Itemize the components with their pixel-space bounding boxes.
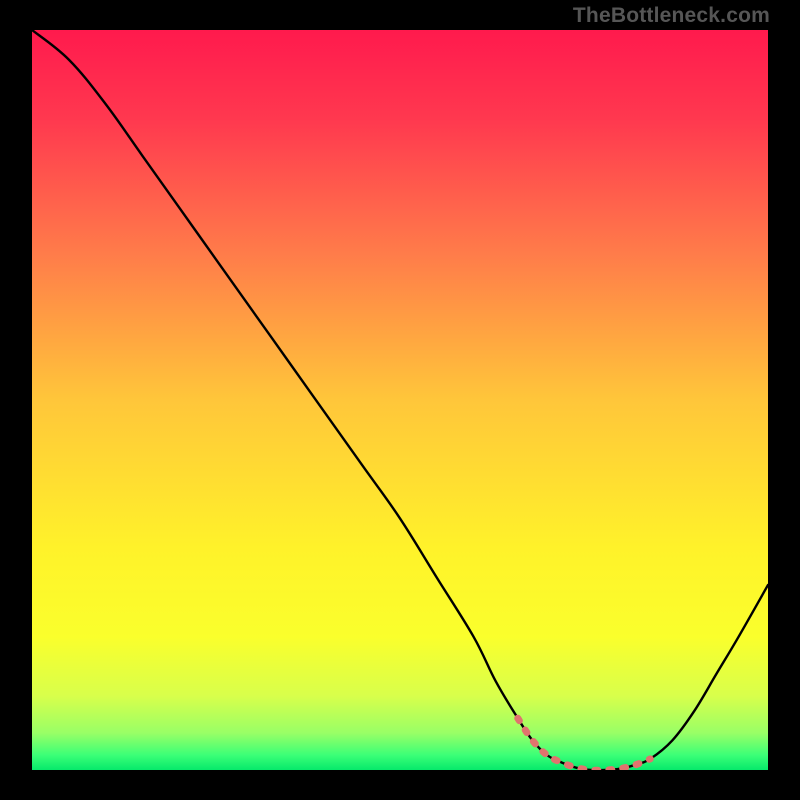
attribution-text: TheBottleneck.com bbox=[573, 4, 770, 28]
bottleneck-curve bbox=[32, 30, 768, 770]
plot-area bbox=[32, 30, 768, 770]
chart-frame: TheBottleneck.com bbox=[0, 0, 800, 800]
curve-layer bbox=[32, 30, 768, 770]
highlight-band bbox=[518, 718, 650, 770]
